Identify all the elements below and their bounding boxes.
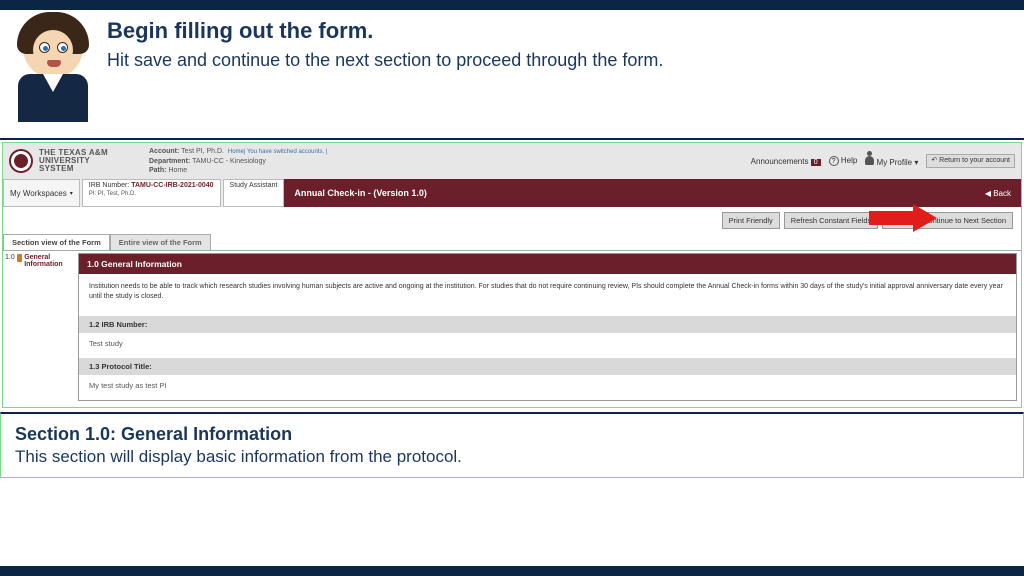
action-row: Print Friendly Refresh Constant Fields S… <box>3 207 1021 234</box>
tab-section-view[interactable]: Section view of the Form <box>3 234 110 250</box>
account-info: Account: Test PI, Ph.D. Home| You have s… <box>109 147 751 175</box>
form-body: 1.0 General Information Institution need… <box>78 253 1017 401</box>
tab-row: My Workspaces IRB Number: TAMU-CC-IRB-20… <box>3 179 1021 207</box>
return-account-button[interactable]: ↶ Return to your account <box>926 154 1015 168</box>
logo-text: THE TEXAS A&MUNIVERSITY SYSTEM <box>39 149 109 173</box>
tab-study-assistant[interactable]: Study Assistant <box>223 179 285 207</box>
instruction-top: Begin filling out the form. Hit save and… <box>0 10 1024 140</box>
app-shell: THE TEXAS A&MUNIVERSITY SYSTEM Account: … <box>2 142 1022 408</box>
instruction-bottom: Section 1.0: General Information This se… <box>0 412 1024 478</box>
tab-irb[interactable]: IRB Number: TAMU-CC-IRB-2021-0040 PI: PI… <box>82 179 221 207</box>
announcements-link[interactable]: Announcements 0 <box>751 157 821 166</box>
bottom-banner <box>0 566 1024 576</box>
page-icon <box>17 254 22 262</box>
avatar <box>10 18 95 128</box>
person-icon <box>865 156 874 165</box>
profile-menu[interactable]: My Profile ▾ <box>865 156 918 167</box>
tab-entire-view[interactable]: Entire view of the Form <box>110 234 211 250</box>
field-value-irb-number: Test study <box>79 333 1016 358</box>
view-tabs: Section view of the Form Entire view of … <box>3 234 1021 251</box>
instruction-title: Begin filling out the form. <box>107 18 663 44</box>
footer-body: This section will display basic informat… <box>15 447 1009 467</box>
sidenav-item-general-info[interactable]: 1.0General Information <box>5 254 76 268</box>
logo-seal-icon <box>9 149 33 173</box>
field-label-irb-number: 1.2 IRB Number: <box>79 316 1016 333</box>
title-bar: Annual Check-in - (Version 1.0) ◀ Back <box>284 179 1021 207</box>
field-label-protocol-title: 1.3 Protocol Title: <box>79 358 1016 375</box>
footer-title: Section 1.0: General Information <box>15 424 1009 445</box>
my-workspaces-button[interactable]: My Workspaces <box>3 179 80 207</box>
arrow-callout-icon <box>869 204 941 232</box>
section-description: Institution needs to be able to track wh… <box>79 274 1016 316</box>
section-header: 1.0 General Information <box>79 254 1016 274</box>
help-icon: ? <box>829 156 839 166</box>
back-link[interactable]: ◀ Back <box>985 189 1011 198</box>
form-area: 1.0General Information 1.0 General Infor… <box>3 251 1021 407</box>
top-banner <box>0 0 1024 10</box>
print-friendly-button[interactable]: Print Friendly <box>722 212 780 229</box>
app-header: THE TEXAS A&MUNIVERSITY SYSTEM Account: … <box>3 143 1021 179</box>
instruction-body: Hit save and continue to the next sectio… <box>107 50 663 71</box>
form-title: Annual Check-in - (Version 1.0) <box>294 188 427 198</box>
side-nav: 1.0General Information <box>3 251 78 407</box>
help-link[interactable]: ? Help <box>829 156 858 166</box>
refresh-fields-button[interactable]: Refresh Constant Fields <box>784 212 878 229</box>
account-links[interactable]: Home| You have switched accounts. | <box>228 149 328 155</box>
field-value-protocol-title: My test study as test PI <box>79 375 1016 400</box>
